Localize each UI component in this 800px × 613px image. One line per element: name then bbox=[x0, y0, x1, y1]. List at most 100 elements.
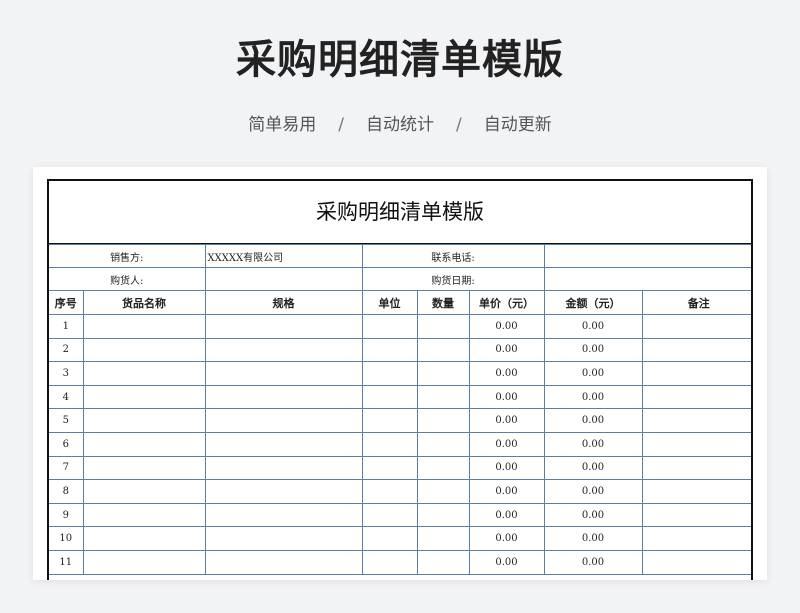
unit-cell[interactable] bbox=[361, 549, 418, 575]
column-header: 货品名称 bbox=[82, 290, 206, 315]
remark-cell[interactable] bbox=[641, 479, 751, 504]
spreadsheet-preview-card: 采购明细清单模版 销售方: XXXXX有限公司 联系电话: 购货人: 购货日期: bbox=[33, 167, 767, 580]
amount-cell[interactable]: 0.00 bbox=[543, 526, 643, 551]
column-header: 单价（元） bbox=[468, 290, 545, 315]
item-name-cell[interactable] bbox=[82, 479, 206, 504]
info-row-buyer: 购货人: 购货日期: bbox=[49, 267, 751, 291]
unit-price-cell[interactable]: 0.00 bbox=[468, 502, 545, 528]
row-number-cell: 7 bbox=[49, 455, 84, 481]
remark-cell[interactable] bbox=[641, 408, 751, 433]
remark-cell[interactable] bbox=[641, 361, 751, 386]
quantity-cell[interactable] bbox=[416, 431, 470, 457]
item-name-cell[interactable] bbox=[82, 337, 206, 363]
remark-cell[interactable] bbox=[641, 431, 751, 457]
unit-price-cell[interactable]: 0.00 bbox=[468, 431, 545, 457]
quantity-cell[interactable] bbox=[416, 314, 470, 339]
row-number-cell: 4 bbox=[49, 384, 84, 410]
amount-cell[interactable]: 0.00 bbox=[543, 314, 643, 339]
spec-cell[interactable] bbox=[204, 384, 363, 410]
amount-cell[interactable]: 0.00 bbox=[543, 431, 643, 457]
remark-cell[interactable] bbox=[641, 549, 751, 575]
unit-cell[interactable] bbox=[361, 384, 418, 410]
table-row: 8 0.00 0.00 bbox=[49, 479, 751, 504]
unit-price-cell[interactable]: 0.00 bbox=[468, 337, 545, 363]
table-row: 6 0.00 0.00 bbox=[49, 431, 751, 457]
feature-auto-stats: 自动统计 bbox=[366, 115, 434, 135]
spec-cell[interactable] bbox=[204, 337, 363, 363]
seller-value[interactable]: XXXXX有限公司 bbox=[204, 244, 363, 268]
quantity-cell[interactable] bbox=[416, 408, 470, 433]
spec-cell[interactable] bbox=[204, 361, 363, 386]
spec-cell[interactable] bbox=[204, 526, 363, 551]
unit-cell[interactable] bbox=[361, 479, 418, 504]
spec-cell[interactable] bbox=[204, 314, 363, 339]
row-number-cell: 1 bbox=[49, 314, 84, 339]
remark-cell[interactable] bbox=[641, 526, 751, 551]
item-name-cell[interactable] bbox=[82, 408, 206, 433]
item-name-cell[interactable] bbox=[82, 431, 206, 457]
unit-cell[interactable] bbox=[361, 361, 418, 386]
unit-cell[interactable] bbox=[361, 431, 418, 457]
column-header-row: 序号 货品名称 规格 单位 数量 单价（元） 金额（元） 备注 bbox=[49, 290, 751, 315]
quantity-cell[interactable] bbox=[416, 361, 470, 386]
amount-cell[interactable]: 0.00 bbox=[543, 361, 643, 386]
item-name-cell[interactable] bbox=[82, 455, 206, 481]
unit-cell[interactable] bbox=[361, 502, 418, 528]
table-row: 3 0.00 0.00 bbox=[49, 361, 751, 386]
item-name-cell[interactable] bbox=[82, 502, 206, 528]
remark-cell[interactable] bbox=[641, 337, 751, 363]
unit-cell[interactable] bbox=[361, 455, 418, 481]
amount-cell[interactable]: 0.00 bbox=[543, 502, 643, 528]
unit-price-cell[interactable]: 0.00 bbox=[468, 384, 545, 410]
amount-cell[interactable]: 0.00 bbox=[543, 549, 643, 575]
spec-cell[interactable] bbox=[204, 431, 363, 457]
remark-cell[interactable] bbox=[641, 314, 751, 339]
spec-cell[interactable] bbox=[204, 502, 363, 528]
quantity-cell[interactable] bbox=[416, 479, 470, 504]
quantity-cell[interactable] bbox=[416, 526, 470, 551]
unit-cell[interactable] bbox=[361, 314, 418, 339]
unit-cell[interactable] bbox=[361, 337, 418, 363]
sheet-title: 采购明细清单模版 bbox=[49, 181, 751, 244]
unit-price-cell[interactable]: 0.00 bbox=[468, 526, 545, 551]
unit-price-cell[interactable]: 0.00 bbox=[468, 314, 545, 339]
purchase-date-label: 购货日期: bbox=[361, 267, 545, 291]
quantity-cell[interactable] bbox=[416, 384, 470, 410]
remark-cell[interactable] bbox=[641, 455, 751, 481]
spec-cell[interactable] bbox=[204, 549, 363, 575]
spec-cell[interactable] bbox=[204, 479, 363, 504]
item-name-cell[interactable] bbox=[82, 526, 206, 551]
amount-cell[interactable]: 0.00 bbox=[543, 408, 643, 433]
unit-price-cell[interactable]: 0.00 bbox=[468, 549, 545, 575]
unit-cell[interactable] bbox=[361, 526, 418, 551]
unit-price-cell[interactable]: 0.00 bbox=[468, 408, 545, 433]
column-header: 备注 bbox=[641, 290, 751, 315]
unit-price-cell[interactable]: 0.00 bbox=[468, 361, 545, 386]
item-name-cell[interactable] bbox=[82, 361, 206, 386]
buyer-value[interactable] bbox=[204, 267, 363, 291]
amount-cell[interactable]: 0.00 bbox=[543, 455, 643, 481]
amount-cell[interactable]: 0.00 bbox=[543, 384, 643, 410]
purchase-date-value[interactable] bbox=[543, 267, 751, 291]
quantity-cell[interactable] bbox=[416, 549, 470, 575]
remark-cell[interactable] bbox=[641, 384, 751, 410]
spec-cell[interactable] bbox=[204, 408, 363, 433]
item-name-cell[interactable] bbox=[82, 314, 206, 339]
item-name-cell[interactable] bbox=[82, 549, 206, 575]
unit-price-cell[interactable]: 0.00 bbox=[468, 479, 545, 504]
amount-cell[interactable]: 0.00 bbox=[543, 479, 643, 504]
page-title: 采购明细清单模版 bbox=[236, 37, 564, 83]
feature-easy: 简单易用 bbox=[248, 115, 317, 135]
quantity-cell[interactable] bbox=[416, 502, 470, 528]
remark-cell[interactable] bbox=[641, 502, 751, 528]
column-header: 序号 bbox=[49, 290, 84, 315]
contact-label: 联系电话: bbox=[361, 244, 545, 268]
item-name-cell[interactable] bbox=[82, 384, 206, 410]
quantity-cell[interactable] bbox=[416, 337, 470, 363]
spec-cell[interactable] bbox=[204, 455, 363, 481]
unit-price-cell[interactable]: 0.00 bbox=[468, 455, 545, 481]
amount-cell[interactable]: 0.00 bbox=[543, 337, 643, 363]
quantity-cell[interactable] bbox=[416, 455, 470, 481]
contact-value[interactable] bbox=[543, 244, 751, 268]
unit-cell[interactable] bbox=[361, 408, 418, 433]
